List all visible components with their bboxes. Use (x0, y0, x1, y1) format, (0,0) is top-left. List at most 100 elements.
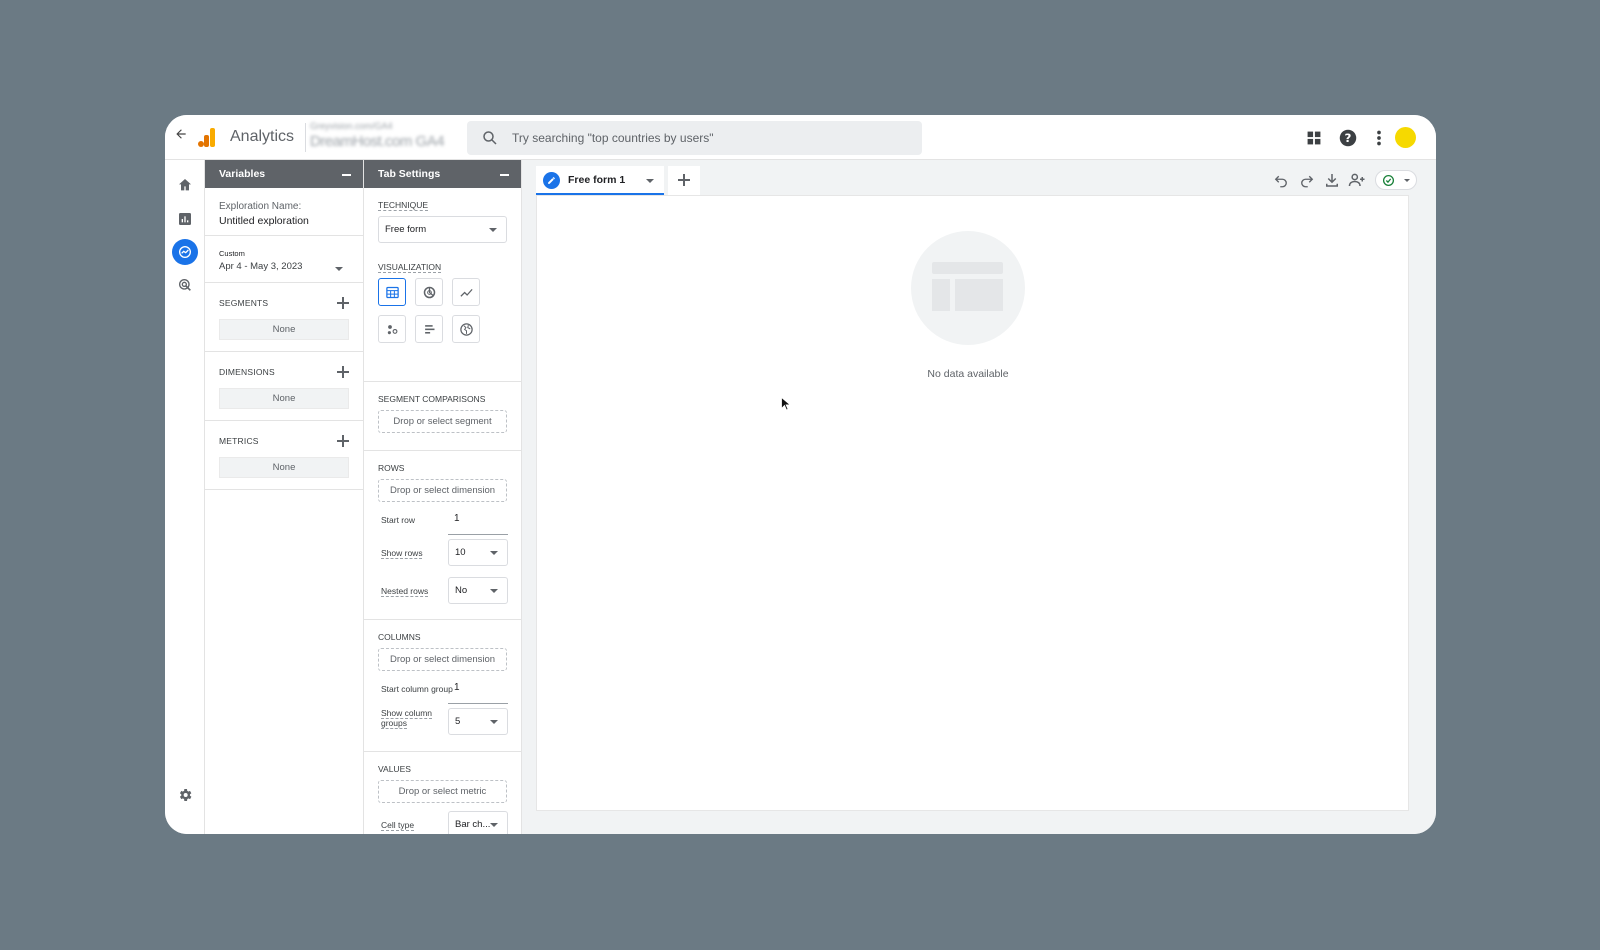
tab-free-form-1[interactable]: Free form 1 (536, 166, 664, 195)
search-bar[interactable]: Try searching "top countries by users" (467, 121, 922, 155)
apps-grid-icon[interactable] (1303, 127, 1325, 149)
show-column-groups-label-1: Show column (381, 708, 433, 718)
pencil-icon[interactable] (543, 172, 560, 189)
app-title: Analytics (230, 128, 295, 145)
exploration-name-field[interactable]: Untitled exploration (219, 215, 349, 227)
show-rows-select[interactable]: 10 (448, 539, 508, 566)
scatter-viz-button[interactable] (378, 315, 406, 343)
segment-drop-zone[interactable]: Drop or select segment (378, 410, 507, 433)
nav-home[interactable] (174, 174, 196, 196)
advertising-icon (179, 279, 191, 291)
show-rows-option: Show rows 10 (378, 535, 508, 573)
show-rows-label: Show rows (381, 548, 423, 558)
undo-icon[interactable] (1272, 171, 1290, 189)
nested-rows-select[interactable]: No (448, 577, 508, 604)
technique-select[interactable]: Free form (378, 216, 507, 243)
segment-comparisons-title: SEGMENT COMPARISONS (378, 394, 486, 404)
nested-rows-value: No (455, 585, 468, 596)
variables-panel: Variables Exploration Name: Untitled exp… (205, 160, 364, 834)
chevron-down-icon[interactable] (646, 179, 654, 183)
table-icon (385, 286, 399, 298)
dimensions-title: DIMENSIONS (219, 367, 275, 377)
nav-admin[interactable] (174, 784, 196, 806)
check-circle-icon (1382, 174, 1395, 187)
svg-text:?: ? (1345, 131, 1352, 145)
nav-reports[interactable] (174, 208, 196, 230)
save-status-button[interactable] (1375, 170, 1417, 190)
show-column-groups-label-2: groups (381, 718, 407, 728)
show-rows-value: 10 (455, 547, 466, 558)
chevron-down-icon (335, 267, 343, 271)
start-column-option: Start column group 1 (378, 671, 508, 704)
start-column-label: Start column group (381, 684, 453, 694)
empty-table-illustration (911, 231, 1025, 345)
bar-viz-button[interactable] (415, 315, 443, 343)
nested-rows-label: Nested rows (381, 586, 429, 596)
date-range: Apr 4 - May 3, 2023 (219, 261, 303, 272)
exploration-canvas[interactable]: No data available (536, 195, 1409, 811)
main-area: Free form 1 No data available (522, 160, 1436, 834)
technique-value: Free form (385, 224, 427, 235)
start-row-option: Start row 1 (378, 502, 508, 535)
rows-drop-zone[interactable]: Drop or select dimension (378, 479, 507, 502)
rows-section: ROWS Drop or select dimension Start row … (364, 451, 521, 620)
show-column-groups-label: Show column groups (381, 708, 432, 728)
chevron-down-icon (489, 228, 497, 232)
show-column-groups-select[interactable]: 5 (448, 708, 508, 735)
nav-explore[interactable] (172, 239, 198, 265)
download-icon[interactable] (1323, 171, 1341, 189)
search-icon (483, 131, 497, 145)
values-drop-zone[interactable]: Drop or select metric (378, 780, 507, 803)
chevron-down-icon (490, 823, 498, 827)
add-dimension-button[interactable] (337, 366, 349, 378)
donut-chart-icon (423, 286, 435, 298)
more-vert-icon[interactable] (1368, 127, 1390, 149)
start-column-input[interactable]: 1 (448, 677, 508, 704)
add-tab-button[interactable] (668, 166, 700, 195)
technique-title: TECHNIQUE (378, 200, 429, 210)
redo-icon[interactable] (1298, 171, 1316, 189)
nav-advertising[interactable] (174, 274, 196, 296)
share-user-icon[interactable] (1348, 171, 1366, 189)
app-window: Analytics Greyvision.com/GA4 DreamHost.c… (165, 115, 1436, 834)
gear-icon (179, 789, 192, 801)
visualization-section: VISUALIZATION (364, 252, 521, 382)
account-selector[interactable]: Greyvision.com/GA4 DreamHost.com GA4 (310, 121, 460, 155)
chevron-down-icon (490, 551, 498, 555)
date-badge: Custom (219, 249, 245, 258)
technique-section: TECHNIQUE Free form (364, 188, 521, 252)
dimensions-value: None (219, 388, 349, 409)
segments-value: None (219, 319, 349, 340)
add-segment-button[interactable] (337, 297, 349, 309)
start-row-input[interactable]: 1 (448, 508, 508, 535)
search-input[interactable]: Try searching "top countries by users" (512, 131, 714, 145)
table-viz-button[interactable] (378, 278, 406, 306)
columns-drop-zone[interactable]: Drop or select dimension (378, 648, 507, 671)
avatar[interactable] (1395, 127, 1416, 148)
tab-settings-title: Tab Settings (378, 168, 441, 180)
columns-section: COLUMNS Drop or select dimension Start c… (364, 620, 521, 752)
add-metric-button[interactable] (337, 435, 349, 447)
cell-type-select[interactable]: Bar ch... (448, 811, 508, 834)
dimensions-section: DIMENSIONS None (205, 352, 363, 421)
show-column-groups-value: 5 (455, 716, 461, 727)
back-arrow-icon[interactable] (171, 127, 191, 147)
segment-comparisons-section: SEGMENT COMPARISONS Drop or select segme… (364, 382, 521, 451)
home-icon (179, 179, 191, 191)
geo-viz-button[interactable] (452, 315, 480, 343)
plus-icon (678, 174, 690, 186)
collapse-variables-button[interactable] (342, 174, 351, 176)
values-section: VALUES Drop or select metric Cell type B… (364, 752, 521, 834)
help-icon[interactable]: ? (1337, 127, 1359, 149)
tab-name: Free form 1 (568, 174, 626, 186)
date-range-section[interactable]: Custom Apr 4 - May 3, 2023 (205, 236, 363, 283)
donut-viz-button[interactable] (415, 278, 443, 306)
metrics-title: METRICS (219, 436, 259, 446)
chevron-down-icon (1404, 179, 1410, 182)
visualization-grid (378, 278, 507, 343)
explore-icon (179, 246, 191, 258)
collapse-tab-settings-button[interactable] (500, 174, 509, 176)
line-viz-button[interactable] (452, 278, 480, 306)
cell-type-label: Cell type (381, 820, 415, 830)
tab-settings-panel: Tab Settings TECHNIQUE Free form VISUALI… (364, 160, 522, 834)
